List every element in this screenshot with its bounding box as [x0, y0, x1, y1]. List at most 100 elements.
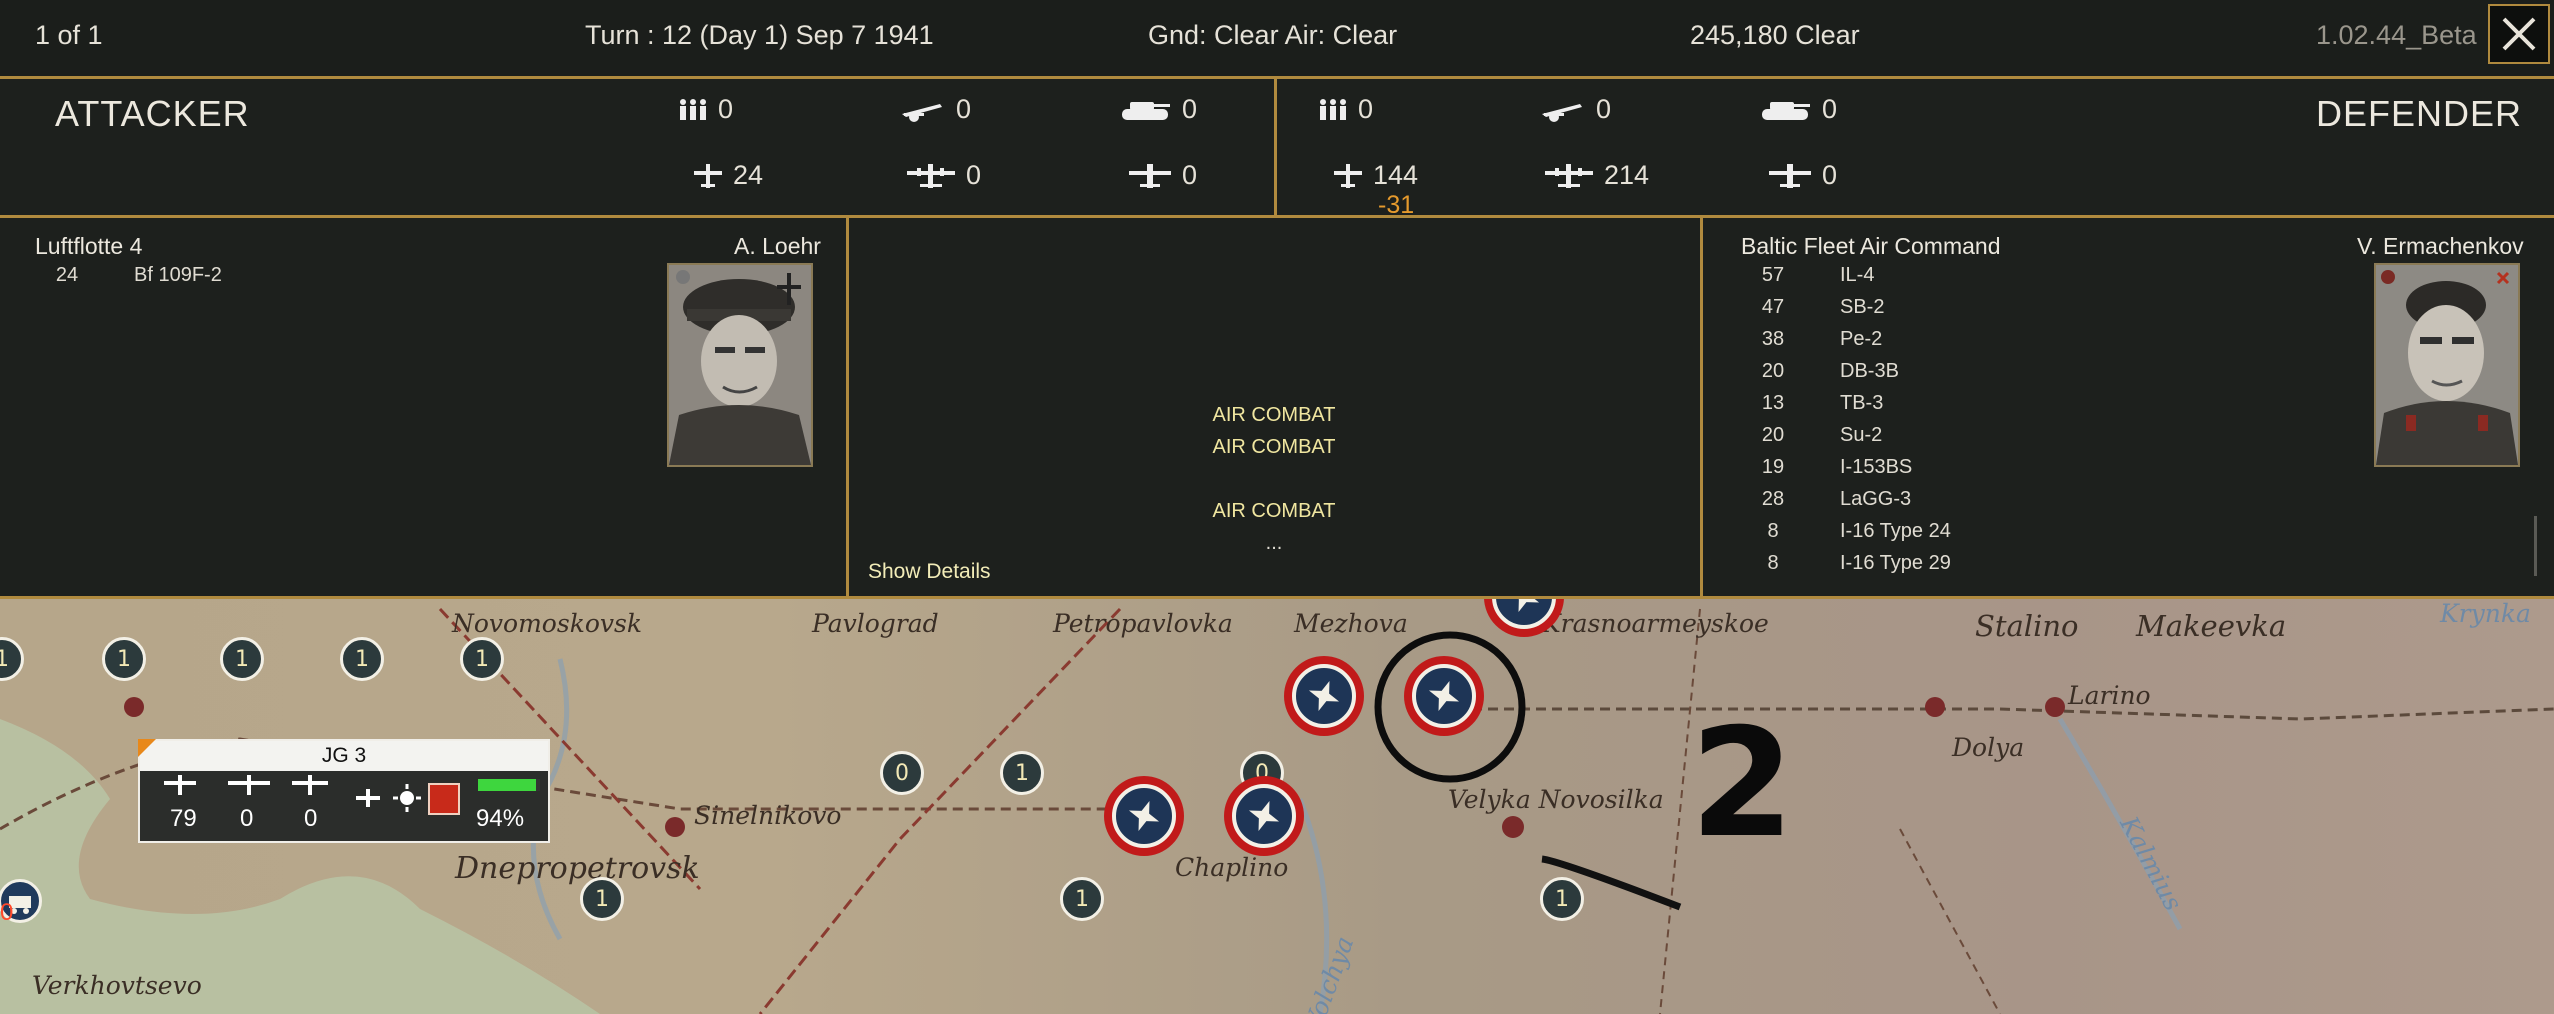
plane-icon: [1128, 800, 1160, 832]
fighter-icon: [164, 775, 196, 795]
city-label: Sinelnikovo: [694, 801, 842, 830]
airbase-marker[interactable]: [1104, 776, 1184, 856]
bomber-icon: [228, 775, 270, 795]
unit-name: JG 3: [140, 741, 548, 771]
summary-divider: [1274, 79, 1277, 215]
transport-plane-icon: [292, 775, 328, 795]
city-label: Chaplino: [1175, 853, 1289, 882]
city-label: Mezhova: [1294, 609, 1408, 638]
tank-icon: [1122, 101, 1170, 120]
defender-title: DEFENDER: [2316, 93, 2523, 134]
page-indicator: 1 of 1: [35, 20, 103, 50]
unit-marker[interactable]: 1: [220, 637, 264, 681]
defender-unit-row: 13 TB-3: [1761, 392, 1884, 414]
readiness-bar: [478, 779, 540, 791]
attacker-bombers: 0: [906, 159, 981, 191]
infantry-icon: [1320, 98, 1346, 120]
weather-status: Gnd: Clear Air: Clear: [1148, 20, 1398, 50]
defender-unit-row: 57 IL-4: [1761, 264, 1875, 286]
unit-marker[interactable]: 1: [460, 637, 504, 681]
unit-marker[interactable]: 1: [102, 637, 146, 681]
unit-marker[interactable]: 1: [1540, 877, 1584, 921]
attacker-leader-name: A. Loehr: [734, 233, 821, 259]
attacker-leader-portrait[interactable]: [667, 263, 813, 467]
artillery-icon: [902, 103, 942, 122]
fighter-icon: [694, 163, 722, 188]
plane-icon: [1508, 599, 1540, 613]
defender-unit-row: 28 LaGG-3: [1761, 488, 1912, 510]
transport-plane-icon: [1129, 163, 1171, 188]
attacker-title: ATTACKER: [55, 93, 250, 134]
unit-bombers: 0: [240, 805, 254, 832]
unit-info-panel[interactable]: JG 3 79 0 0 94%: [138, 739, 550, 843]
unit-marker[interactable]: 1: [1000, 751, 1044, 795]
attacker-fighters: 24: [693, 159, 763, 191]
combat-log-ellipsis: ...: [1265, 532, 1283, 554]
unit-marker[interactable]: 1: [1060, 877, 1104, 921]
map-view[interactable]: Novomoskovsk Pavlograd Petropavlovka Mez…: [0, 599, 2554, 1014]
artillery-icon: [1542, 103, 1582, 122]
close-button[interactable]: [2488, 4, 2550, 64]
details-divider-right: [1700, 218, 1703, 596]
leader-portrait-image: [2376, 265, 2518, 465]
unit-readiness: 94%: [476, 805, 525, 832]
city-label: Makeevka: [2136, 609, 2287, 643]
defender-unit-row: 20 DB-3B: [1761, 360, 1899, 382]
defender-fighters: 144: [1333, 159, 1418, 191]
airbase-marker[interactable]: [1284, 656, 1364, 736]
defender-guns: 0: [1540, 93, 1611, 125]
combat-log-line-3: AIR COMBAT: [1212, 500, 1336, 522]
turn-date: Turn : 12 (Day 1) Sep 7 1941: [585, 20, 934, 50]
unit-other: 0: [304, 805, 318, 832]
city-label: Novomoskovsk: [452, 609, 642, 638]
combat-details: Luftflotte 4 A. Loehr 24 Bf 109F-2 AIR CO…: [0, 218, 2554, 599]
plane-icon: [1248, 800, 1280, 832]
attacker-command[interactable]: Luftflotte 4: [35, 233, 142, 260]
city-label: Dolya: [1952, 733, 2025, 762]
city-label: Petropavlovka: [1053, 609, 1233, 638]
unit-fighters: 79: [170, 805, 197, 832]
show-details-link[interactable]: Show Details: [868, 560, 991, 584]
defender-other-air: 0: [1768, 159, 1837, 191]
unit-list-scrollbar[interactable]: [2534, 516, 2537, 576]
defender-unit-row: 38 Pe-2: [1761, 328, 1883, 350]
defender-leader-portrait[interactable]: [2374, 263, 2520, 467]
readiness-bar-fill: [478, 779, 537, 791]
defender-men: 0: [1318, 93, 1373, 125]
handwritten-annotation: 2: [1690, 697, 1795, 871]
combat-log-line-2: AIR COMBAT: [1212, 436, 1336, 458]
transport-plane-icon: [1769, 163, 1811, 188]
defender-tanks: 0: [1760, 93, 1837, 125]
rail-unit-count: 0: [0, 899, 14, 926]
defender-unit-row: 19 I-153BS: [1761, 456, 1913, 478]
defender-unit-row: 8 I-16 Type 24: [1767, 520, 1951, 542]
airbase-marker[interactable]: [1224, 776, 1304, 856]
bomber-icon: [907, 163, 955, 188]
city-label: Velyka Novosilka: [1448, 785, 1664, 814]
aircraft-status-icon: [356, 789, 380, 807]
combat-log-line-1: AIR COMBAT: [1212, 404, 1336, 426]
leader-portrait-image: [669, 265, 811, 465]
defender-leader-name: V. Ermachenkov: [2357, 233, 2524, 259]
bomber-icon: [1545, 163, 1593, 188]
city-label: Pavlograd: [812, 609, 939, 638]
airbase-marker[interactable]: [1404, 656, 1484, 736]
river-label: Krynka: [2440, 599, 2531, 628]
hex-location: 245,180 Clear: [1690, 20, 1860, 50]
top-bar: 1 of 1 Turn : 12 (Day 1) Sep 7 1941 Gnd:…: [0, 0, 2554, 79]
city-label: Dnepropetrovsk: [455, 851, 700, 886]
unit-marker[interactable]: 1: [580, 877, 624, 921]
close-icon: [2502, 17, 2536, 51]
tank-icon: [1762, 101, 1810, 120]
unit-marker[interactable]: 1: [340, 637, 384, 681]
city-label: Stalino: [1975, 609, 2079, 643]
attacker-guns: 0: [900, 93, 971, 125]
plane-icon: [1308, 680, 1340, 712]
city-label: Larino: [2068, 681, 2151, 710]
plane-icon: [1428, 680, 1460, 712]
version-label: 1.02.44_Beta: [2316, 20, 2477, 50]
defender-command[interactable]: Baltic Fleet Air Command: [1741, 233, 2000, 260]
unit-panel-corner-flag: [138, 739, 156, 757]
unit-marker[interactable]: 0: [880, 751, 924, 795]
attacker-tanks: 0: [1120, 93, 1197, 125]
